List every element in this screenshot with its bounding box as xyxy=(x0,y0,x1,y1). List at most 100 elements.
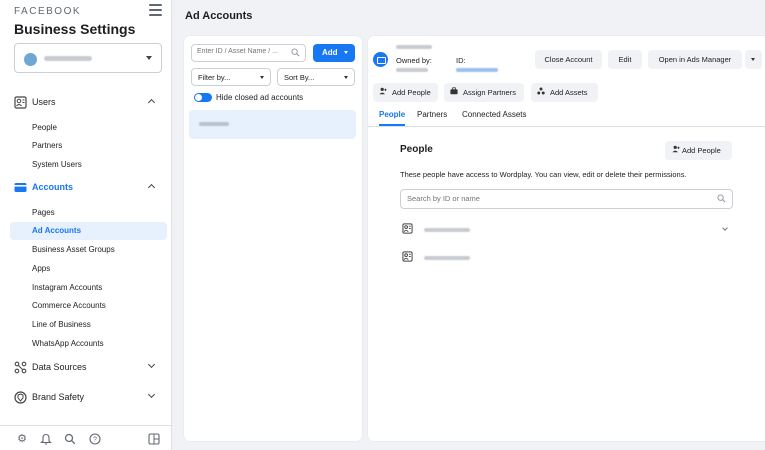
open-in-ads-manager-button[interactable]: Open in Ads Manager xyxy=(648,50,742,69)
owned-by-label: Owned by: xyxy=(396,56,432,65)
chevron-down-icon xyxy=(147,390,156,399)
hamburger-menu-icon[interactable] xyxy=(149,4,162,16)
sidebar-item-ad-accounts[interactable]: Ad Accounts xyxy=(10,222,167,240)
button-label: Edit xyxy=(618,55,632,64)
search-icon xyxy=(291,48,300,59)
sidebar-item-label: Business Asset Groups xyxy=(32,245,115,254)
tab-connected-assets[interactable]: Connected Assets xyxy=(462,110,526,119)
people-add-button[interactable]: Add People xyxy=(665,141,732,160)
accounts-icon xyxy=(14,183,27,192)
add-button-label: Add xyxy=(322,48,338,57)
chevron-down-icon[interactable] xyxy=(722,225,728,231)
add-assets-button[interactable]: Add Assets xyxy=(531,83,598,102)
settings-icon[interactable]: ⚙ xyxy=(16,433,28,445)
filter-dropdown[interactable]: Filter by... xyxy=(191,68,271,86)
add-person-icon xyxy=(672,145,680,155)
sidebar-item-label: Line of Business xyxy=(32,320,91,329)
hide-closed-toggle[interactable] xyxy=(194,93,212,102)
chevron-up-icon xyxy=(147,98,156,107)
account-id-redacted xyxy=(456,68,498,72)
toggle-label: Hide closed ad accounts xyxy=(216,93,304,102)
person-name-redacted xyxy=(424,228,470,232)
people-search-input[interactable] xyxy=(407,194,687,203)
users-icon xyxy=(14,96,27,109)
id-label: ID: xyxy=(456,56,466,65)
panel-icon[interactable] xyxy=(148,433,160,445)
button-label: Assign Partners xyxy=(463,88,516,97)
sidebar-item-people[interactable]: People xyxy=(10,119,167,137)
sidebar: FACEBOOK Business Settings Users People … xyxy=(0,0,172,450)
sidebar-item-whatsapp-accounts[interactable]: WhatsApp Accounts xyxy=(10,335,167,353)
search-icon xyxy=(717,194,726,205)
tab-people[interactable]: People xyxy=(379,110,405,119)
caret-down-icon xyxy=(344,51,348,54)
nav-group-users[interactable]: Users xyxy=(14,95,162,111)
ad-account-list-item[interactable] xyxy=(189,110,356,139)
add-person-icon xyxy=(379,87,387,97)
sidebar-bottom-bar: ⚙ ? xyxy=(0,425,172,450)
sidebar-item-business-asset-groups[interactable]: Business Asset Groups xyxy=(10,241,167,259)
sidebar-item-apps[interactable]: Apps xyxy=(10,260,167,278)
svg-text:?: ? xyxy=(93,437,97,444)
main-header: Ad Accounts xyxy=(172,0,765,33)
people-section-title: People xyxy=(400,144,433,155)
sort-dropdown[interactable]: Sort By... xyxy=(277,68,355,86)
person-name-redacted xyxy=(424,256,470,260)
page-title: Business Settings xyxy=(14,21,136,37)
nav-group-label: Users xyxy=(32,97,56,107)
assets-icon xyxy=(537,87,545,97)
search-icon[interactable] xyxy=(64,433,76,445)
person-row[interactable] xyxy=(400,221,733,239)
owner-name-redacted xyxy=(396,68,428,72)
data-sources-icon xyxy=(14,361,27,374)
caret-down-icon xyxy=(146,56,152,60)
close-account-button[interactable]: Close Account xyxy=(535,50,602,69)
business-selector[interactable] xyxy=(14,43,162,73)
people-description: These people have access to Wordplay. Yo… xyxy=(400,170,687,179)
sidebar-item-partners[interactable]: Partners xyxy=(10,137,167,155)
caret-down-icon xyxy=(260,76,264,79)
nav-group-brand-safety[interactable]: Brand Safety xyxy=(14,390,162,406)
add-button[interactable]: Add xyxy=(313,44,355,62)
sidebar-item-label: People xyxy=(32,123,57,132)
asset-search-box[interactable] xyxy=(191,44,306,62)
assign-partners-button[interactable]: Assign Partners xyxy=(444,83,524,102)
caret-down-icon xyxy=(344,76,348,79)
tab-partners[interactable]: Partners xyxy=(417,110,447,119)
ad-account-detail-panel: Owned by: ID: Close Account Edit Open in… xyxy=(368,36,765,441)
nav-group-label: Data Sources xyxy=(32,362,87,372)
nav-group-data-sources[interactable]: Data Sources xyxy=(14,360,162,376)
people-search-box[interactable] xyxy=(400,189,733,209)
sidebar-item-label: Partners xyxy=(32,141,63,150)
business-name-redacted xyxy=(44,56,92,61)
button-label: Close Account xyxy=(544,55,593,64)
ad-accounts-list-panel: Add Filter by... Sort By... Hide closed … xyxy=(184,36,362,441)
chevron-down-icon xyxy=(147,360,156,369)
bell-icon[interactable] xyxy=(40,433,52,445)
add-people-button[interactable]: Add People xyxy=(373,83,438,102)
asset-search-input[interactable] xyxy=(197,48,287,55)
sidebar-item-line-of-business[interactable]: Line of Business xyxy=(10,316,167,334)
person-row[interactable] xyxy=(400,249,733,267)
person-card-icon xyxy=(402,223,413,237)
sidebar-item-commerce-accounts[interactable]: Commerce Accounts xyxy=(10,297,167,315)
nav-group-accounts[interactable]: Accounts xyxy=(14,180,162,196)
button-label: Add People xyxy=(682,146,721,155)
nav-group-label: Brand Safety xyxy=(32,392,85,402)
shield-icon xyxy=(14,391,27,404)
sidebar-item-pages[interactable]: Pages xyxy=(10,204,167,222)
sidebar-item-instagram-accounts[interactable]: Instagram Accounts xyxy=(10,279,167,297)
more-options-button[interactable] xyxy=(745,50,762,69)
button-label: Add Assets xyxy=(550,88,588,97)
business-avatar xyxy=(24,53,37,66)
edit-button[interactable]: Edit xyxy=(608,50,642,69)
filter-label: Filter by... xyxy=(198,73,231,82)
sidebar-item-label: WhatsApp Accounts xyxy=(32,339,104,348)
caret-down-icon xyxy=(751,58,755,61)
section-title: Ad Accounts xyxy=(185,10,253,22)
briefcase-icon xyxy=(450,87,458,97)
sidebar-item-label: System Users xyxy=(32,160,82,169)
sidebar-item-system-users[interactable]: System Users xyxy=(10,156,167,174)
facebook-wordmark: FACEBOOK xyxy=(14,6,82,17)
help-icon[interactable]: ? xyxy=(89,433,101,445)
